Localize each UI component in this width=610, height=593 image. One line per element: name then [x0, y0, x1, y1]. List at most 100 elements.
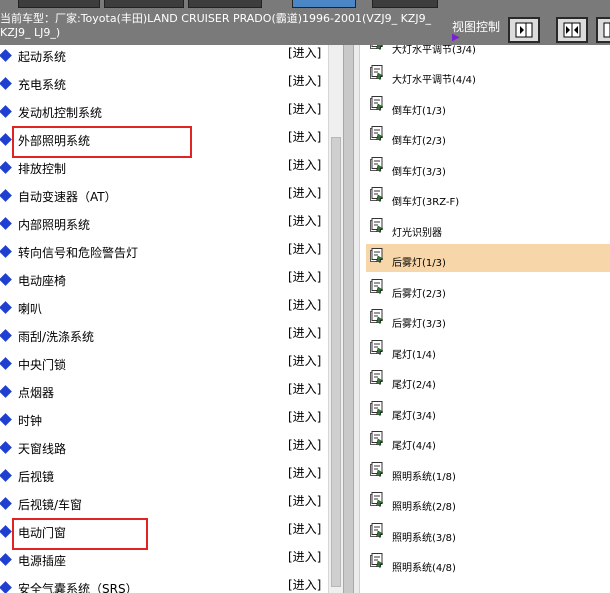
system-list-item[interactable]: 内部照明系统 [进入]	[0, 210, 328, 238]
diagram-name[interactable]: 照明系统(4/8)	[392, 559, 456, 574]
top-tab[interactable]	[104, 0, 184, 8]
diagram-list-item[interactable]: 后雾灯(2/3)	[366, 275, 610, 303]
system-name[interactable]: 起动系统	[18, 48, 66, 65]
system-name[interactable]: 充电系统	[18, 76, 66, 93]
system-list-item[interactable]: 雨刮/洗涤系统 [进入]	[0, 322, 328, 350]
system-list-item[interactable]: 电动座椅 [进入]	[0, 266, 328, 294]
system-list-item[interactable]: 起动系统 [进入]	[0, 45, 328, 70]
enter-link[interactable]: [进入]	[288, 576, 321, 593]
system-list-item[interactable]: 中央门锁 [进入]	[0, 350, 328, 378]
enter-link[interactable]: [进入]	[288, 296, 321, 313]
diagram-name[interactable]: 倒车灯(3RZ-F)	[392, 193, 459, 208]
diagram-list-item[interactable]: 尾灯(1/4)	[366, 336, 610, 364]
system-name[interactable]: 电动座椅	[18, 272, 66, 289]
system-name[interactable]: 天窗线路	[18, 440, 66, 457]
diagram-name[interactable]: 倒车灯(2/3)	[392, 132, 446, 147]
diagram-name[interactable]: 大灯水平调节(4/4)	[392, 71, 476, 86]
enter-link[interactable]: [进入]	[288, 100, 321, 117]
diagram-list-item[interactable]: 尾灯(4/4)	[366, 427, 610, 455]
diagram-list-item[interactable]: 照明系统(2/8)	[366, 488, 610, 516]
diagram-list-item[interactable]: 倒车灯(1/3)	[366, 92, 610, 120]
system-name[interactable]: 中央门锁	[18, 356, 66, 373]
diagram-list-item[interactable]: 后雾灯(3/3)	[366, 305, 610, 333]
system-name[interactable]: 排放控制	[18, 160, 66, 177]
enter-link[interactable]: [进入]	[288, 128, 321, 145]
left-scrollbar-thumb[interactable]	[331, 137, 341, 587]
system-list-item[interactable]: 电源插座 [进入]	[0, 546, 328, 574]
enter-link[interactable]: [进入]	[288, 268, 321, 285]
diagram-list-item[interactable]: 倒车灯(3RZ-F)	[366, 183, 610, 211]
diagram-name[interactable]: 后雾灯(1/3)	[392, 254, 446, 269]
diagram-name[interactable]: 尾灯(4/4)	[392, 437, 436, 452]
diagram-name[interactable]: 倒车灯(3/3)	[392, 163, 446, 178]
diagram-name[interactable]: 照明系统(3/8)	[392, 529, 456, 544]
system-list-item[interactable]: 后视镜/车窗 [进入]	[0, 490, 328, 518]
enter-link[interactable]: [进入]	[288, 45, 321, 61]
diagram-name[interactable]: 尾灯(1/4)	[392, 346, 436, 361]
system-name[interactable]: 喇叭	[18, 300, 42, 317]
enter-link[interactable]: [进入]	[288, 324, 321, 341]
diagram-name[interactable]: 后雾灯(3/3)	[392, 315, 446, 330]
diagram-list-item[interactable]: 照明系统(1/8)	[366, 458, 610, 486]
diagram-name[interactable]: 大灯水平调节(3/4)	[392, 45, 476, 56]
diagram-name[interactable]: 尾灯(2/4)	[392, 376, 436, 391]
enter-link[interactable]: [进入]	[288, 240, 321, 257]
system-list-item[interactable]: 安全气囊系统（SRS） [进入]	[0, 574, 328, 593]
system-name[interactable]: 后视镜	[18, 468, 54, 485]
system-list-item[interactable]: 排放控制 [进入]	[0, 154, 328, 182]
diagram-list-item[interactable]: 灯光识别器	[366, 214, 610, 242]
enter-link[interactable]: [进入]	[288, 464, 321, 481]
diagram-list-item-selected[interactable]: 后雾灯(1/3)	[366, 244, 610, 272]
system-name[interactable]: 转向信号和危险警告灯	[18, 244, 138, 261]
top-tab[interactable]	[372, 0, 438, 8]
system-list-item[interactable]: 点烟器 [进入]	[0, 378, 328, 406]
system-name[interactable]: 内部照明系统	[18, 216, 90, 233]
enter-link[interactable]: [进入]	[288, 156, 321, 173]
diagram-name[interactable]: 照明系统(1/8)	[392, 468, 456, 483]
system-list-item[interactable]: 天窗线路 [进入]	[0, 434, 328, 462]
enter-link[interactable]: [进入]	[288, 436, 321, 453]
diagram-name[interactable]: 照明系统(2/8)	[392, 498, 456, 513]
system-name[interactable]: 安全气囊系统（SRS）	[18, 580, 138, 593]
system-list-item[interactable]: 转向信号和危险警告灯 [进入]	[0, 238, 328, 266]
diagram-list-item[interactable]: 大灯水平调节(4/4)	[366, 61, 610, 89]
system-list-item[interactable]: 后视镜 [进入]	[0, 462, 328, 490]
diagram-name[interactable]: 倒车灯(1/3)	[392, 102, 446, 117]
system-name[interactable]: 点烟器	[18, 384, 54, 401]
system-name[interactable]: 后视镜/车窗	[18, 496, 82, 513]
top-tab[interactable]	[188, 0, 262, 8]
panel-splitter[interactable]	[343, 45, 354, 593]
diagram-list-item[interactable]: 尾灯(2/4)	[366, 366, 610, 394]
diagram-name[interactable]: 尾灯(3/4)	[392, 407, 436, 422]
panel-left-button[interactable]	[596, 17, 610, 43]
enter-link[interactable]: [进入]	[288, 492, 321, 509]
top-tab-active[interactable]	[292, 0, 356, 8]
enter-link[interactable]: [进入]	[288, 520, 321, 537]
system-list-item[interactable]: 喇叭 [进入]	[0, 294, 328, 322]
diagram-list-item[interactable]: 尾灯(3/4)	[366, 397, 610, 425]
diagram-list-item[interactable]: 照明系统(3/8)	[366, 519, 610, 547]
split-panels-button[interactable]	[556, 17, 588, 43]
system-name[interactable]: 雨刮/洗涤系统	[18, 328, 94, 345]
diagram-list-item[interactable]: 照明系统(4/8)	[366, 549, 610, 577]
system-name[interactable]: 自动变速器（AT）	[18, 188, 117, 205]
system-list-item[interactable]: 充电系统 [进入]	[0, 70, 328, 98]
top-tab[interactable]	[18, 0, 100, 8]
enter-link[interactable]: [进入]	[288, 408, 321, 425]
system-name[interactable]: 电源插座	[18, 552, 66, 569]
diagram-name[interactable]: 后雾灯(2/3)	[392, 285, 446, 300]
system-list-item[interactable]: 自动变速器（AT） [进入]	[0, 182, 328, 210]
system-name[interactable]: 发动机控制系统	[18, 104, 102, 121]
enter-link[interactable]: [进入]	[288, 380, 321, 397]
enter-link[interactable]: [进入]	[288, 548, 321, 565]
diagram-list-item[interactable]: 倒车灯(3/3)	[366, 153, 610, 181]
enter-link[interactable]: [进入]	[288, 72, 321, 89]
left-scrollbar[interactable]	[328, 45, 343, 593]
panel-right-button[interactable]	[508, 17, 540, 43]
enter-link[interactable]: [进入]	[288, 212, 321, 229]
enter-link[interactable]: [进入]	[288, 352, 321, 369]
diagram-list-item[interactable]: 倒车灯(2/3)	[366, 122, 610, 150]
system-list-item[interactable]: 发动机控制系统 [进入]	[0, 98, 328, 126]
system-list-item[interactable]: 时钟 [进入]	[0, 406, 328, 434]
diagram-name[interactable]: 灯光识别器	[392, 224, 442, 239]
